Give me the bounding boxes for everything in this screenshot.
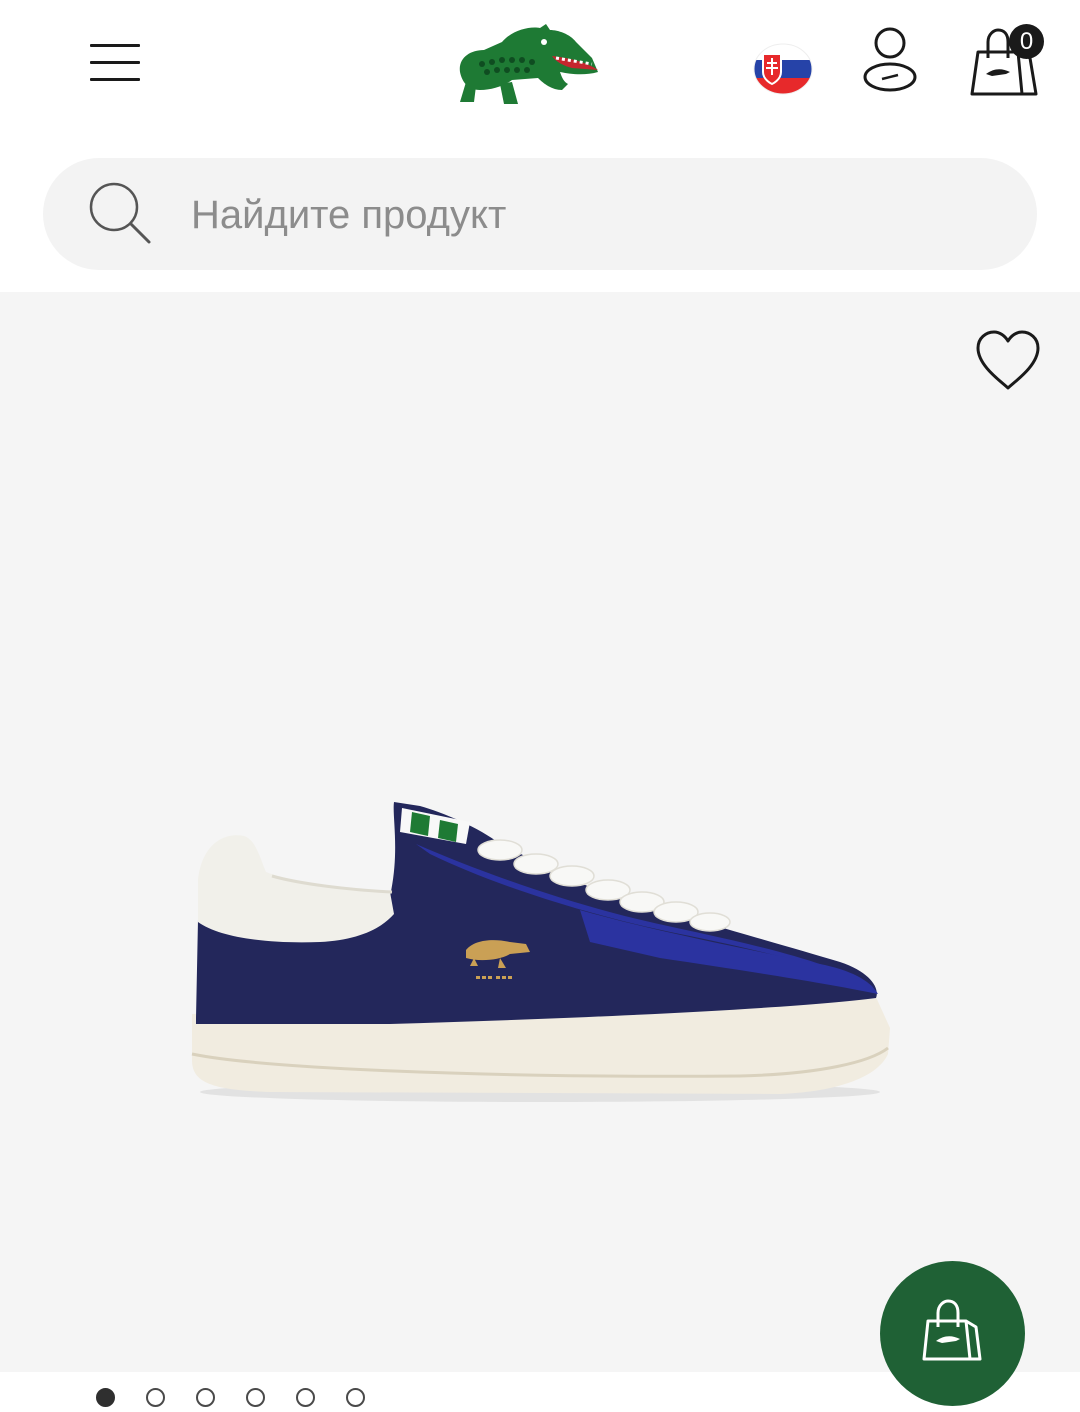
search-bar[interactable] — [43, 158, 1037, 270]
heart-icon — [976, 330, 1040, 390]
gallery-dot-1[interactable] — [96, 1388, 115, 1407]
gallery-dot-3[interactable] — [196, 1388, 215, 1407]
wishlist-button[interactable] — [972, 328, 1044, 394]
gallery-dot-2[interactable] — [146, 1388, 165, 1407]
user-account-icon — [863, 27, 917, 92]
gallery-dot-5[interactable] — [296, 1388, 315, 1407]
shopping-bag-icon — [922, 1299, 982, 1361]
product-image-gallery[interactable] — [0, 292, 1080, 1372]
gallery-dot-6[interactable] — [346, 1388, 365, 1407]
search-input[interactable] — [189, 184, 993, 246]
floating-cart-button[interactable] — [880, 1261, 1025, 1406]
menu-button[interactable] — [86, 40, 144, 86]
search-icon — [89, 182, 151, 244]
site-header: 0 — [0, 0, 1080, 135]
country-selector-button[interactable] — [750, 42, 816, 96]
gallery-dot-4[interactable] — [246, 1388, 265, 1407]
cart-button[interactable]: 0 — [966, 24, 1046, 100]
product-image — [191, 802, 890, 1102]
slovakia-flag-icon — [753, 43, 813, 95]
account-button[interactable] — [858, 25, 922, 95]
cart-count-badge: 0 — [1009, 24, 1044, 59]
crocodile-logo-icon[interactable] — [452, 20, 600, 112]
